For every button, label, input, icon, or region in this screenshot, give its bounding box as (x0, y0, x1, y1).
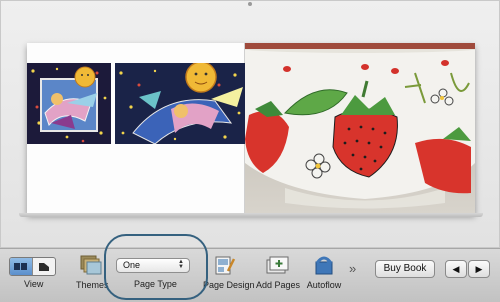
autoflow-button[interactable]: Autoflow (305, 255, 343, 290)
themes-button[interactable]: Themes (76, 255, 109, 290)
page-design-button[interactable]: Page Design (203, 255, 255, 290)
previous-page-button[interactable]: ◀ (445, 260, 467, 278)
page-stack-edge (19, 213, 483, 217)
photo-painting-2[interactable] (115, 63, 245, 144)
add-pages-icon (266, 256, 289, 274)
next-page-button[interactable]: ▶ (468, 260, 490, 278)
autoflow-label: Autoflow (306, 280, 342, 290)
bottom-toolbar: View Themes One ▲ ▼ Page Type Page Design (0, 248, 500, 302)
photo-painting-1[interactable] (27, 63, 111, 144)
left-page[interactable] (27, 43, 245, 214)
page-design-label: Page Design (203, 280, 255, 290)
autoflow-icon (315, 256, 333, 275)
spread-view-icon (39, 262, 49, 271)
book-canvas (0, 0, 500, 248)
add-pages-label: Add Pages (256, 280, 301, 290)
view-segmented-control[interactable] (9, 257, 56, 276)
toolbar-overflow-icon[interactable]: » (349, 261, 356, 276)
arrow-left-icon: ◀ (452, 264, 460, 274)
right-page[interactable] (245, 43, 475, 214)
arrow-right-icon: ▶ (475, 264, 483, 274)
view-single-button[interactable] (10, 258, 32, 275)
buy-book-button[interactable]: Buy Book (375, 260, 435, 278)
add-pages-button[interactable]: Add Pages (256, 255, 301, 290)
page-type-highlight-ring (104, 234, 208, 300)
resize-notch (248, 2, 252, 6)
page-design-icon (215, 256, 236, 275)
view-label: View (24, 279, 44, 289)
single-page-view-icon (14, 263, 27, 270)
themes-icon (80, 255, 102, 275)
view-spread-button[interactable] (32, 258, 55, 275)
themes-label: Themes (76, 280, 109, 290)
photo-strawberry-bowl[interactable] (245, 43, 475, 214)
book-spread (27, 43, 475, 214)
